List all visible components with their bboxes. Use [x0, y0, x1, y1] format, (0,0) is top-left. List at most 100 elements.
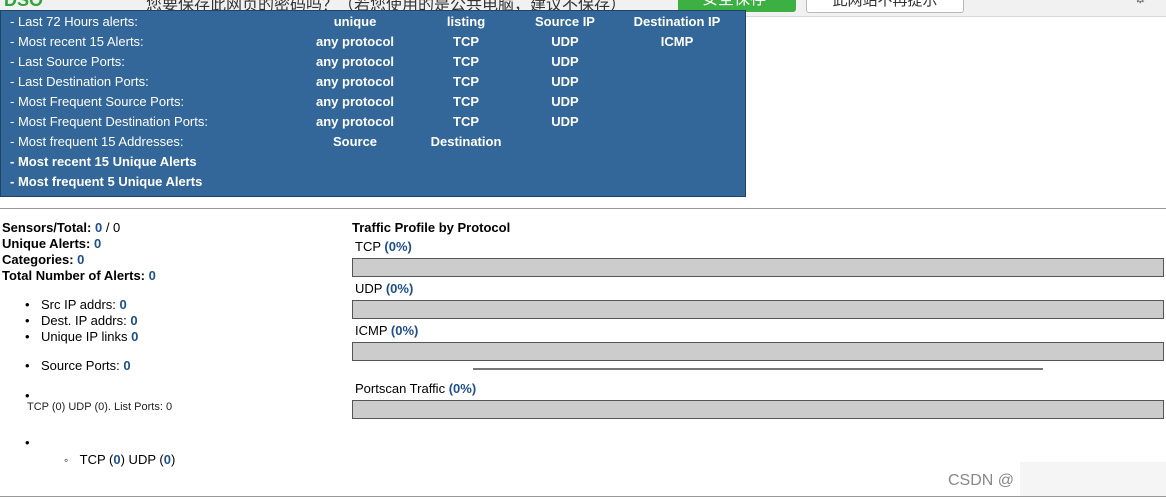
- link-any-protocol[interactable]: any protocol: [316, 74, 394, 89]
- protocol-percent-link[interactable]: (0%): [384, 239, 411, 254]
- gear-icon[interactable]: ⚙: [1134, 0, 1147, 7]
- unique-ip-links-label: Unique IP links: [41, 329, 128, 344]
- src-ip-link[interactable]: 0: [120, 297, 127, 312]
- traffic-bar-tcp: [352, 258, 1164, 277]
- link-udp[interactable]: UDP: [551, 54, 578, 69]
- divider-top: [0, 208, 1166, 209]
- menu-row-label: - Last Source Ports:: [10, 54, 125, 69]
- categories-label: Categories:: [2, 252, 74, 267]
- menu-row-last-destination-ports: - Last Destination Ports: any protocol T…: [1, 71, 745, 91]
- sub-tcp-link[interactable]: 0: [113, 452, 120, 467]
- save-password-label: 安全保存: [702, 0, 766, 8]
- menu-row-label: - Most recent 15 Alerts:: [10, 34, 144, 49]
- traffic-separator: [473, 368, 1043, 370]
- dest-ip-link[interactable]: 0: [130, 313, 137, 328]
- traffic-bar-icmp: [352, 342, 1164, 361]
- protocol-name: ICMP: [355, 323, 388, 338]
- link-tcp[interactable]: TCP: [453, 54, 479, 69]
- never-for-site-button[interactable]: 此网站不再提示: [806, 0, 964, 13]
- traffic-label-tcp: TCP (0%): [355, 239, 412, 254]
- menu-row-label: - Last 72 Hours alerts:: [10, 14, 138, 29]
- traffic-label-udp: UDP (0%): [355, 281, 413, 296]
- menu-row-recent-15-alerts: - Most recent 15 Alerts: any protocol TC…: [1, 31, 745, 51]
- dest-ip-label: Dest. IP addrs:: [41, 313, 127, 328]
- protocol-percent-link[interactable]: (0%): [391, 323, 418, 338]
- summary-stats: Sensors/Total: 0 / 0 Unique Alerts: 0 Ca…: [2, 220, 156, 284]
- never-for-site-label: 此网站不再提示: [832, 0, 938, 9]
- link-any-protocol[interactable]: any protocol: [316, 94, 394, 109]
- sub-tcp-label: TCP (: [79, 452, 114, 467]
- bullet-marker: •: [25, 435, 30, 450]
- sub-udp-link[interactable]: 0: [164, 452, 171, 467]
- link-source-ip[interactable]: Source IP: [535, 14, 595, 29]
- link-any-protocol[interactable]: any protocol: [316, 34, 394, 49]
- protocol-name: TCP: [355, 239, 381, 254]
- menu-row-recent-15-unique-alerts[interactable]: - Most recent 15 Unique Alerts: [1, 151, 745, 171]
- link-tcp[interactable]: TCP: [453, 74, 479, 89]
- link-destination[interactable]: Destination: [431, 134, 502, 149]
- unique-ip-links-link[interactable]: 0: [131, 329, 138, 344]
- sub-list-item-protocol-ports: TCP (0) UDP (0): [64, 452, 176, 467]
- link-tcp[interactable]: TCP: [453, 34, 479, 49]
- alerts-menu: - Last 72 Hours alerts: unique listing S…: [0, 10, 746, 197]
- sensors-separator: /: [102, 220, 114, 235]
- total-alerts: Total Number of Alerts: 0: [2, 268, 156, 284]
- menu-row-label: - Most frequent 15 Addresses:: [10, 134, 184, 149]
- watermark-blur-overlay: [1020, 462, 1166, 496]
- total-alerts-link[interactable]: 0: [149, 268, 156, 283]
- menu-row-frequent-destination-ports: - Most Frequent Destination Ports: any p…: [1, 111, 745, 131]
- list-item-unique-ip-links: Unique IP links 0: [0, 329, 138, 345]
- link-udp[interactable]: UDP: [551, 114, 578, 129]
- traffic-label-icmp: ICMP (0%): [355, 323, 418, 338]
- csdn-watermark: CSDN @: [948, 472, 1015, 489]
- unique-alerts: Unique Alerts: 0: [2, 236, 156, 252]
- protocol-percent-link[interactable]: (0%): [386, 281, 413, 296]
- list-item-dest-ip: Dest. IP addrs: 0: [0, 313, 138, 329]
- ip-address-list: Src IP addrs: 0 Dest. IP addrs: 0 Unique…: [0, 297, 138, 345]
- link-tcp[interactable]: TCP: [453, 94, 479, 109]
- unique-alerts-label: Unique Alerts:: [2, 236, 91, 251]
- sub-udp-label: ) UDP (: [120, 452, 164, 467]
- link-udp[interactable]: UDP: [551, 94, 578, 109]
- dest-ports-summary: TCP (0) UDP (0). List Ports: 0: [27, 401, 173, 413]
- menu-row-frequent-15-addresses: - Most frequent 15 Addresses: Source Des…: [1, 131, 745, 151]
- traffic-profile-title: Traffic Profile by Protocol: [352, 220, 511, 235]
- menu-link-frequent-5-unique-alerts[interactable]: - Most frequent 5 Unique Alerts: [10, 174, 202, 189]
- link-tcp[interactable]: TCP: [453, 114, 479, 129]
- link-any-protocol[interactable]: any protocol: [316, 54, 394, 69]
- traffic-bar-portscan: [352, 400, 1164, 419]
- menu-row-frequent-5-unique-alerts[interactable]: - Most frequent 5 Unique Alerts: [1, 171, 745, 191]
- source-ports-list: Source Ports: 0: [0, 358, 131, 374]
- menu-row-label: - Most Frequent Destination Ports:: [10, 114, 208, 129]
- list-item-src-ip: Src IP addrs: 0: [0, 297, 138, 313]
- source-ports-label: Source Ports:: [41, 358, 120, 373]
- menu-link-recent-15-unique-alerts[interactable]: - Most recent 15 Unique Alerts: [10, 154, 197, 169]
- sensors-total-value: 0: [113, 220, 121, 235]
- divider-bottom: [0, 496, 1166, 497]
- sensors-label: Sensors/Total:: [2, 220, 92, 235]
- link-udp[interactable]: UDP: [551, 34, 578, 49]
- total-alerts-label: Total Number of Alerts:: [2, 268, 146, 283]
- link-any-protocol[interactable]: any protocol: [316, 114, 394, 129]
- protocol-name: UDP: [355, 281, 383, 296]
- menu-row-label: - Most Frequent Source Ports:: [10, 94, 185, 109]
- traffic-label-portscan: Portscan Traffic (0%): [355, 381, 476, 396]
- unique-alerts-link[interactable]: 0: [94, 236, 101, 251]
- protocol-percent-link[interactable]: (0%): [449, 381, 476, 396]
- menu-row-last-source-ports: - Last Source Ports: any protocol TCP UD…: [1, 51, 745, 71]
- sensors-total: Sensors/Total: 0 / 0: [2, 220, 156, 236]
- sub-close-paren: ): [170, 452, 176, 467]
- source-ports-link[interactable]: 0: [123, 358, 130, 373]
- link-unique[interactable]: unique: [334, 14, 377, 29]
- menu-row-frequent-source-ports: - Most Frequent Source Ports: any protoc…: [1, 91, 745, 111]
- link-destination-ip[interactable]: Destination IP: [634, 14, 721, 29]
- link-listing[interactable]: listing: [447, 14, 485, 29]
- link-icmp[interactable]: ICMP: [661, 34, 694, 49]
- menu-row-last-72-hours: - Last 72 Hours alerts: unique listing S…: [1, 11, 745, 31]
- protocol-name: Portscan Traffic: [355, 381, 446, 396]
- link-udp[interactable]: UDP: [551, 74, 578, 89]
- categories-link[interactable]: 0: [77, 252, 84, 267]
- src-ip-label: Src IP addrs:: [41, 297, 116, 312]
- link-source[interactable]: Source: [333, 134, 377, 149]
- list-item-source-ports: Source Ports: 0: [0, 358, 131, 374]
